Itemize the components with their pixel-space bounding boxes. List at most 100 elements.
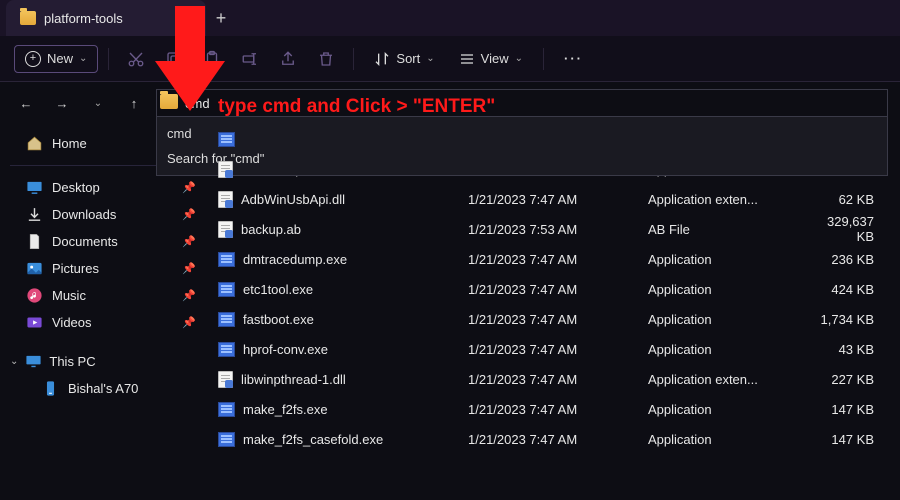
downloads-icon (26, 206, 43, 223)
file-date: 1/21/2023 7:47 AM (468, 432, 648, 447)
up-button[interactable]: ↑ (120, 89, 148, 117)
file-name: AdbWinUsbApi.dll (241, 192, 345, 207)
cut-button[interactable] (119, 44, 153, 74)
file-icon (218, 371, 233, 388)
file-size: 227 KB (808, 372, 888, 387)
pin-icon: 📌 (182, 262, 196, 275)
file-name: etc1tool.exe (243, 282, 313, 297)
file-type: Application (648, 342, 808, 357)
copy-button[interactable] (157, 44, 191, 74)
file-name: dmtracedump.exe (243, 252, 347, 267)
share-button[interactable] (271, 44, 305, 74)
separator (108, 48, 109, 70)
file-size: 424 KB (808, 282, 888, 297)
file-date: 1/21/2023 7:47 AM (468, 342, 648, 357)
new-button[interactable]: + New ⌄ (14, 45, 98, 73)
file-row[interactable]: make_f2fs_casefold.exe1/21/2023 7:47 AMA… (210, 424, 900, 454)
chevron-down-icon: ⌄ (515, 53, 523, 64)
sidebar-item-documents[interactable]: Documents 📌 (4, 228, 206, 255)
sidebar-label: Documents (52, 234, 118, 249)
file-date: 1/21/2023 7:47 AM (468, 282, 648, 297)
application-icon (218, 432, 235, 447)
file-type: Application exten... (648, 372, 808, 387)
suggestion-search[interactable]: Search for "cmd" (157, 146, 887, 171)
file-size: 43 KB (808, 342, 888, 357)
file-date: 1/21/2023 7:47 AM (468, 312, 648, 327)
separator (353, 48, 354, 70)
new-tab-button[interactable]: + (206, 8, 236, 29)
sidebar-label: Downloads (52, 207, 116, 222)
delete-button[interactable] (309, 44, 343, 74)
pin-icon: 📌 (182, 316, 196, 329)
paste-button[interactable] (195, 44, 229, 74)
chevron-down-icon: ⌄ (10, 356, 18, 367)
sidebar-label: Videos (52, 315, 92, 330)
file-row[interactable]: dmtracedump.exe 1/21/2023 7:47 AMApplicat… (210, 244, 900, 274)
application-icon (218, 402, 235, 417)
file-row[interactable]: libwinpthread-1.dll1/21/2023 7:47 AMAppl… (210, 364, 900, 394)
address-input[interactable] (156, 89, 888, 117)
file-size: 236 KB (808, 252, 888, 267)
sidebar-label: Music (52, 288, 86, 303)
file-name: fastboot.exe (243, 312, 314, 327)
file-type: Application (648, 312, 808, 327)
sidebar-item-desktop[interactable]: Desktop 📌 (4, 174, 206, 201)
sidebar-item-videos[interactable]: Videos 📌 (4, 309, 206, 336)
sidebar-item-downloads[interactable]: Downloads 📌 (4, 201, 206, 228)
file-type: Application (648, 402, 808, 417)
sidebar-item-device[interactable]: Bishal's A70 (4, 375, 206, 402)
sidebar-item-thispc[interactable]: ⌄ This PC (4, 348, 206, 375)
file-size: 329,637 KB (808, 214, 888, 244)
file-row[interactable]: etc1tool.exe 1/21/2023 7:47 AMApplication… (210, 274, 900, 304)
file-size: 147 KB (808, 432, 888, 447)
file-icon (218, 191, 233, 208)
file-date: 1/21/2023 7:47 AM (468, 252, 648, 267)
sidebar-item-pictures[interactable]: Pictures 📌 (4, 255, 206, 282)
file-size: 1,734 KB (808, 312, 888, 327)
file-type: Application (648, 252, 808, 267)
file-row[interactable]: hprof-conv.exe 1/21/2023 7:47 AMApplicati… (210, 334, 900, 364)
tab-platform-tools[interactable]: platform-tools × (6, 0, 206, 36)
file-type: AB File (648, 222, 808, 237)
music-icon (26, 287, 43, 304)
file-name: backup.ab (241, 222, 301, 237)
home-icon (26, 135, 43, 152)
pin-icon: 📌 (182, 181, 196, 194)
toolbar: + New ⌄ Sort ⌄ View ⌄ ··· (0, 36, 900, 82)
pc-icon (25, 353, 42, 370)
desktop-icon (26, 179, 43, 196)
file-size: 62 KB (808, 192, 888, 207)
pictures-icon (26, 260, 43, 277)
suggestion-cmd[interactable]: cmd (157, 121, 887, 146)
sort-icon (374, 51, 390, 67)
rename-button[interactable] (233, 44, 267, 74)
folder-icon (20, 11, 36, 25)
sort-button[interactable]: Sort ⌄ (364, 46, 444, 72)
forward-button[interactable]: → (48, 89, 76, 117)
sidebar-label: Pictures (52, 261, 99, 276)
view-button[interactable]: View ⌄ (449, 46, 533, 72)
nav-row: ← → ⌄ ↑ cmd Search for "cmd" (0, 82, 900, 124)
file-row[interactable]: AdbWinUsbApi.dll1/21/2023 7:47 AMApplica… (210, 184, 900, 214)
file-type: Application (648, 282, 808, 297)
file-row[interactable]: fastboot.exe 1/21/2023 7:47 AMApplication… (210, 304, 900, 334)
file-date: 1/21/2023 7:53 AM (468, 222, 648, 237)
file-row[interactable]: make_f2fs.exe1/21/2023 7:47 AMApplicatio… (210, 394, 900, 424)
file-name: hprof-conv.exe (243, 342, 328, 357)
sidebar-item-music[interactable]: Music 📌 (4, 282, 206, 309)
file-name: libwinpthread-1.dll (241, 372, 346, 387)
file-icon (218, 161, 233, 178)
close-tab-button[interactable]: × (183, 10, 192, 27)
sidebar-label: This PC (49, 354, 95, 369)
file-row[interactable]: backup.ab 1/21/2023 7:53 AMAB File329,637… (210, 214, 900, 244)
file-name: make_f2fs_casefold.exe (243, 432, 383, 447)
sidebar-label: Bishal's A70 (68, 381, 138, 396)
address-bar: cmd Search for "cmd" (156, 89, 888, 117)
sort-label: Sort (396, 51, 420, 66)
chevron-down-icon: ⌄ (79, 53, 87, 64)
plus-icon: + (25, 51, 41, 67)
recent-button[interactable]: ⌄ (84, 89, 112, 117)
back-button[interactable]: ← (12, 89, 40, 117)
more-button[interactable]: ··· (554, 46, 593, 71)
file-date: 1/21/2023 7:47 AM (468, 402, 648, 417)
